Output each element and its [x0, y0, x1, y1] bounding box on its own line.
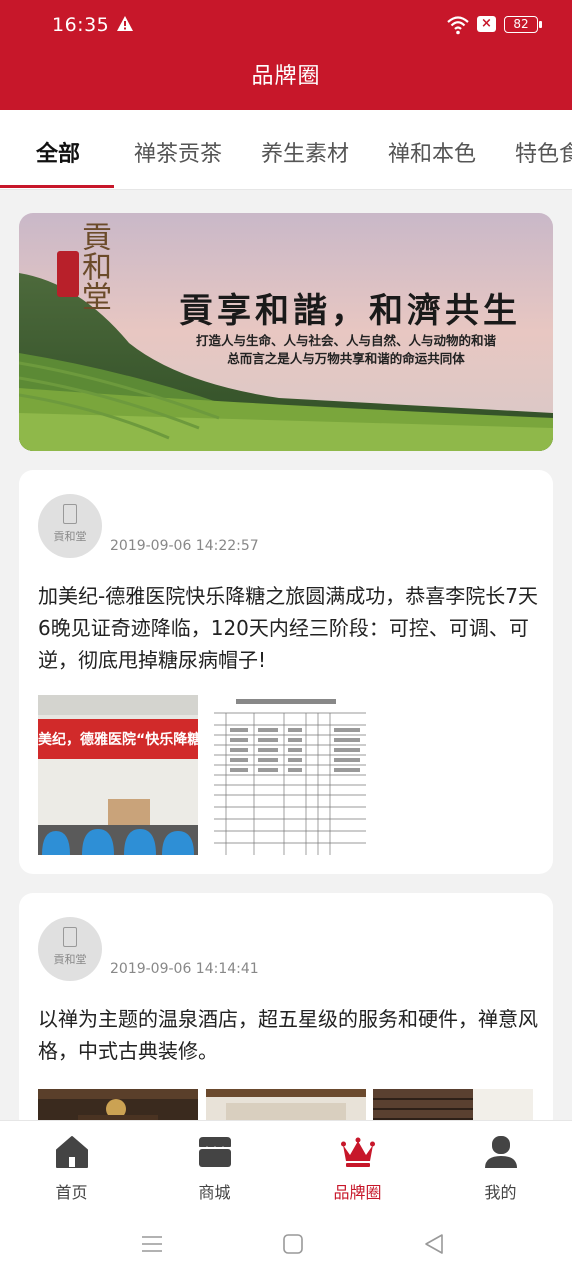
warning-icon	[117, 16, 133, 31]
tab-zen-tea[interactable]: 禅茶贡茶	[134, 136, 222, 168]
app-header: 16:35 × 82 品牌圈	[0, 0, 572, 110]
status-time: 16:35	[52, 14, 110, 36]
nav-mine-label: 我的	[484, 1183, 517, 1202]
avatar-seal	[63, 927, 77, 947]
post-text: 以禅为主题的温泉酒店，超五星级的服务和硬件，禅意风格，中式古典装修。	[38, 1007, 538, 1063]
banner-slogan: 貢享和諧，和濟共生	[179, 291, 521, 331]
tab-all[interactable]: 全部	[36, 136, 80, 168]
nav-shop-label: 商城	[198, 1183, 231, 1202]
home-icon	[56, 1136, 88, 1168]
active-tab-indicator	[0, 185, 114, 188]
shop-icon	[198, 1137, 232, 1167]
home-button-icon[interactable]	[281, 1232, 305, 1256]
nav-brand-circle[interactable]: 品牌圈	[286, 1121, 429, 1211]
nav-brand-circle-label: 品牌圈	[333, 1183, 382, 1202]
tab-health-material[interactable]: 养生素材	[261, 136, 349, 168]
avatar[interactable]: 貢和堂	[38, 494, 102, 558]
post-time: 2019-09-06 14:22:57	[110, 538, 259, 554]
system-navigation-bar	[0, 1210, 572, 1280]
post-card[interactable]: 貢和堂 2019-09-06 14:22:57 加美纪-德雅医院快乐降糖之旅圆满…	[19, 470, 553, 874]
user-icon	[485, 1136, 517, 1168]
post-time: 2019-09-06 14:14:41	[110, 961, 259, 977]
brand-banner[interactable]: 貢和堂 貢享和諧，和濟共生 打造人与生命、人与社会、人与自然、人与动物的和谐 总…	[19, 213, 553, 451]
brand-logo: 貢和堂	[37, 221, 137, 311]
post-image-banner-text: 美纪，德雅医院“快乐降糖”体	[38, 732, 198, 748]
post-image[interactable]	[206, 695, 366, 855]
logo-text: 貢和堂	[76, 221, 111, 311]
post-card[interactable]: 貢和堂 2019-09-06 14:14:41 以禅为主题的温泉酒店，超五星级的…	[19, 893, 553, 1133]
crown-icon	[341, 1137, 375, 1167]
bottom-navigation: 首页 商城 品牌圈 我的	[0, 1120, 572, 1210]
tab-special-food[interactable]: 特色食	[515, 136, 572, 168]
avatar-text: 貢和堂	[53, 530, 87, 543]
post-image[interactable]: 美纪，德雅医院“快乐降糖”体	[38, 695, 198, 855]
post-text: 加美纪-德雅医院快乐降糖之旅圆满成功，恭喜李院长7天6晚见证奇迹降临，120天内…	[38, 584, 538, 672]
banner-subtitle-2: 总而言之是人与万物共享和谐的命运共同体	[227, 351, 465, 366]
status-bar: 16:35 × 82	[0, 0, 572, 52]
battery-indicator: 82	[504, 16, 542, 33]
back-icon[interactable]	[422, 1232, 446, 1256]
avatar-seal	[63, 504, 77, 524]
nav-home[interactable]: 首页	[0, 1121, 143, 1211]
category-tabs: 全部 禅茶贡茶 养生素材 禅和本色 特色食	[0, 110, 572, 190]
avatar[interactable]: 貢和堂	[38, 917, 102, 981]
nav-shop[interactable]: 商城	[143, 1121, 286, 1211]
banner-subtitle-1: 打造人与生命、人与社会、人与自然、人与动物的和谐	[195, 333, 496, 348]
wifi-icon	[447, 16, 469, 35]
tab-zen-color[interactable]: 禅和本色	[388, 136, 476, 168]
nav-home-label: 首页	[55, 1183, 88, 1202]
avatar-text: 貢和堂	[53, 953, 87, 966]
sim-off-icon: ×	[477, 16, 496, 32]
nav-mine[interactable]: 我的	[429, 1121, 572, 1211]
menu-icon[interactable]	[140, 1232, 164, 1256]
page-title: 品牌圈	[251, 64, 321, 89]
